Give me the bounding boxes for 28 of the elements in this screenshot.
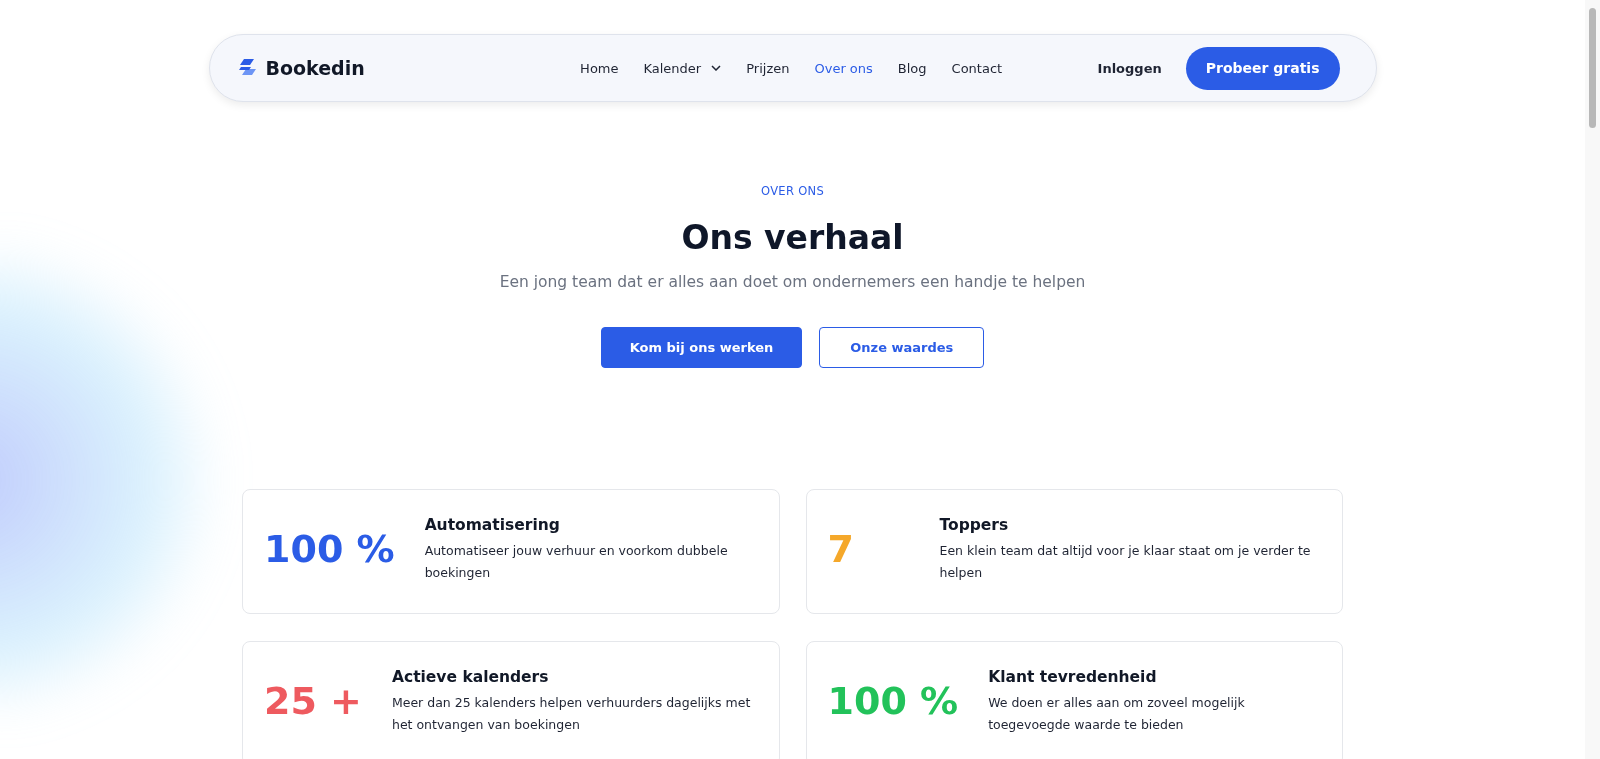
page-title: Ons verhaal: [681, 218, 904, 257]
logo-link[interactable]: Bookedin: [237, 57, 365, 79]
stat-value: 100 %: [264, 526, 395, 573]
nav-link[interactable]: Kalender: [643, 60, 722, 76]
stat-title: Actieve kalenders: [391, 667, 550, 686]
nav-link[interactable]: Over ons: [814, 60, 873, 76]
scrollbar[interactable]: [1585, 0, 1600, 759]
try-free-button[interactable]: Probeer gratis: [1185, 46, 1340, 90]
nav-link[interactable]: Contact: [951, 60, 1003, 76]
subtitle: Een jong team dat er alles aan doet om ondernemers een handje te helpen: [499, 273, 1086, 291]
stat-description: Automatiseer jouw verhuur en voorkom dubbele boekingen: [424, 541, 729, 582]
stat-title: Toppers: [939, 515, 1010, 534]
stat-value: 25 +: [264, 678, 362, 725]
stat-description: Een klein team dat altijd voor je klaar staat om je verder te helpen: [939, 541, 1312, 582]
stat-value: 100 %: [827, 678, 959, 725]
nav-link[interactable]: Home: [580, 60, 619, 76]
eyebrow-label: OVER ONS: [761, 184, 824, 198]
stat-title: Automatisering: [424, 515, 561, 534]
lightning-logo-icon: [237, 58, 258, 78]
nav-link[interactable]: Blog: [897, 60, 927, 76]
stat-description: We doen er alles aan om zoveel mogelijk toegevoegde waarde te bieden: [988, 693, 1246, 734]
stat-value: 7: [827, 526, 855, 573]
stat-title: Klant tevredenheid: [988, 667, 1158, 686]
join-button[interactable]: Kom bij ons werken: [600, 327, 803, 368]
login-link[interactable]: Inloggen: [1097, 60, 1162, 76]
values-button[interactable]: Onze waardes: [819, 327, 985, 368]
nav-link[interactable]: Prijzen: [746, 60, 790, 76]
stat-description: Meer dan 25 kalenders helpen verhuurders dagelijks met het ontvangen van boekingen: [391, 693, 752, 734]
